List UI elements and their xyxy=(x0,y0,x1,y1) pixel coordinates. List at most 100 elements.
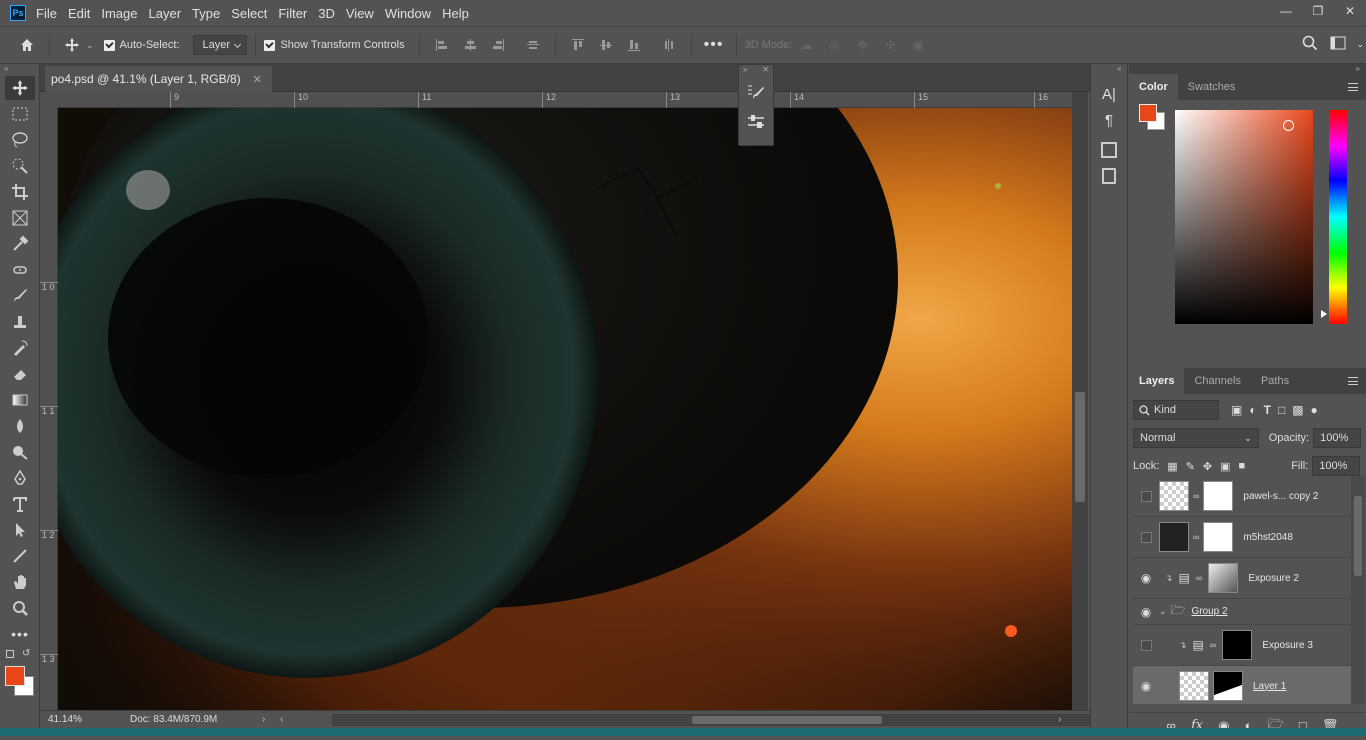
lock-image-icon[interactable]: ✎ xyxy=(1186,460,1195,473)
layer-name[interactable]: pawel-s... copy 2 xyxy=(1243,491,1318,502)
layers-scrollbar[interactable] xyxy=(1351,476,1365,704)
vertical-scrollbar[interactable] xyxy=(1072,92,1088,710)
scroll-thumb[interactable] xyxy=(1354,496,1362,576)
properties-panel-icon[interactable] xyxy=(1101,142,1117,158)
eye-icon[interactable]: ◉ xyxy=(1133,679,1159,693)
expand-strip-icon[interactable]: « xyxy=(1091,64,1127,74)
scroll-right-icon[interactable]: › xyxy=(1058,714,1061,725)
visibility-toggle[interactable] xyxy=(1140,639,1152,651)
marquee-tool[interactable] xyxy=(5,102,35,126)
quick-selection-tool[interactable] xyxy=(5,154,35,178)
color-field[interactable] xyxy=(1175,110,1313,324)
fill-input[interactable]: 100% xyxy=(1312,456,1361,476)
menu-type[interactable]: Type xyxy=(192,6,229,21)
eye-icon[interactable]: ◉ xyxy=(1133,605,1159,619)
menu-select[interactable]: Select xyxy=(231,6,276,21)
eyedropper-tool[interactable] xyxy=(5,232,35,256)
align-center-icon[interactable] xyxy=(459,34,481,56)
layer-name[interactable]: Exposure 2 xyxy=(1248,573,1299,584)
menu-help[interactable]: Help xyxy=(442,6,478,21)
auto-select-checkbox[interactable]: Auto-Select: xyxy=(103,39,179,51)
clone-stamp-tool[interactable] xyxy=(5,310,35,334)
lock-artboard-icon[interactable]: ▣ xyxy=(1220,460,1230,473)
layer-mask-thumbnail[interactable] xyxy=(1203,481,1234,511)
group-name[interactable]: Group 2 xyxy=(1191,606,1227,617)
layer-row[interactable]: ↴ ▤ ∞ Exposure 3 xyxy=(1133,625,1355,666)
lock-transparent-icon[interactable]: ▦ xyxy=(1167,460,1177,473)
layer-mask-thumbnail[interactable] xyxy=(1213,671,1243,701)
tab-layers[interactable]: Layers xyxy=(1129,368,1185,394)
align-bottom-icon[interactable] xyxy=(623,34,645,56)
type-tool[interactable] xyxy=(5,492,35,516)
layer-mask-thumbnail[interactable] xyxy=(1203,522,1234,552)
chevron-down-icon[interactable]: ⌄ xyxy=(86,40,94,51)
workspace-chevron-icon[interactable]: ⌄ xyxy=(1356,39,1364,50)
panel-foreground-swatch[interactable] xyxy=(1139,104,1157,122)
close-icon[interactable]: ✕ xyxy=(1334,0,1366,22)
filter-shape-icon[interactable]: □ xyxy=(1278,403,1285,417)
crop-tool[interactable] xyxy=(5,180,35,204)
menu-view[interactable]: View xyxy=(346,6,383,21)
more-options-icon[interactable]: ••• xyxy=(703,34,725,56)
menu-window[interactable]: Window xyxy=(385,6,440,21)
brush-tool[interactable] xyxy=(5,284,35,308)
auto-select-target-dropdown[interactable]: Layer xyxy=(193,35,248,55)
link-icon[interactable]: ∞ xyxy=(1193,491,1199,501)
document-tab[interactable]: po4.psd @ 41.1% (Layer 1, RGB/8) ✕ xyxy=(45,66,272,92)
collapse-panels-icon[interactable]: » xyxy=(1129,64,1366,74)
tab-color[interactable]: Color xyxy=(1129,74,1178,100)
filter-toggle-icon[interactable]: ● xyxy=(1311,403,1318,417)
layer-row[interactable]: ∞ m5hst2048 xyxy=(1133,517,1355,558)
filter-pixel-icon[interactable]: ▣ xyxy=(1231,403,1242,417)
menu-edit[interactable]: Edit xyxy=(68,6,99,21)
minimize-icon[interactable]: — xyxy=(1270,0,1302,22)
tab-swatches[interactable]: Swatches xyxy=(1178,74,1246,100)
distribute-vertical-icon[interactable] xyxy=(658,34,680,56)
search-icon[interactable] xyxy=(1302,35,1318,54)
status-expand-icon[interactable]: › xyxy=(262,714,265,725)
menu-3d[interactable]: 3D xyxy=(318,6,344,21)
brush-presets-icon[interactable] xyxy=(739,107,773,137)
align-left-icon[interactable] xyxy=(431,34,453,56)
close-tab-icon[interactable]: ✕ xyxy=(253,73,262,86)
swap-colors-icon[interactable]: ↺ xyxy=(22,648,30,659)
align-top-icon[interactable] xyxy=(567,34,589,56)
filter-adjustment-icon[interactable]: ◐ xyxy=(1249,403,1256,417)
layer-row[interactable]: ∞ pawel-s... copy 2 xyxy=(1133,476,1355,517)
edit-toolbar-icon[interactable]: ••• xyxy=(5,622,35,646)
document-canvas[interactable] xyxy=(58,108,1072,710)
hand-tool[interactable] xyxy=(5,570,35,594)
line-tool[interactable] xyxy=(5,544,35,568)
scroll-thumb[interactable] xyxy=(692,716,882,724)
layer-row-selected[interactable]: ◉ Layer 1 xyxy=(1133,666,1355,704)
horizontal-scrollbar[interactable] xyxy=(332,714,1102,726)
menu-file[interactable]: File xyxy=(36,6,66,21)
menu-layer[interactable]: Layer xyxy=(149,6,191,21)
zoom-level[interactable]: 41.14% xyxy=(48,714,108,725)
distribute-icon[interactable] xyxy=(522,34,544,56)
character-panel-icon[interactable]: A| xyxy=(1099,86,1119,108)
layer-name[interactable]: Exposure 3 xyxy=(1262,640,1313,651)
close-panel-icon[interactable]: ✕ xyxy=(762,65,769,77)
color-picker-cursor[interactable] xyxy=(1283,120,1294,131)
visibility-toggle[interactable] xyxy=(1140,490,1152,502)
expand-panel-icon[interactable]: » xyxy=(743,65,747,77)
history-brush-tool[interactable] xyxy=(5,336,35,360)
lock-position-icon[interactable]: ✥ xyxy=(1203,460,1212,473)
vertical-ruler[interactable]: 1 0 1 1 1 2 1 3 xyxy=(40,108,58,710)
foreground-color-swatch[interactable] xyxy=(5,666,25,686)
color-panel-menu-icon[interactable] xyxy=(1348,83,1358,91)
paragraph-panel-icon[interactable]: ¶ xyxy=(1099,112,1119,134)
dodge-tool[interactable] xyxy=(5,440,35,464)
align-right-icon[interactable] xyxy=(487,34,509,56)
eraser-tool[interactable] xyxy=(5,362,35,386)
move-tool-icon[interactable] xyxy=(61,34,83,56)
layer-mask-thumbnail[interactable] xyxy=(1222,630,1253,660)
path-selection-tool[interactable] xyxy=(5,518,35,542)
pen-tool[interactable] xyxy=(5,466,35,490)
eye-icon[interactable]: ◉ xyxy=(1133,571,1159,585)
scroll-thumb[interactable] xyxy=(1075,392,1085,502)
lock-all-icon[interactable]: ■ xyxy=(1239,460,1246,473)
default-colors-icon[interactable] xyxy=(6,650,14,658)
chevron-down-icon[interactable]: ⌄ xyxy=(1159,606,1167,617)
